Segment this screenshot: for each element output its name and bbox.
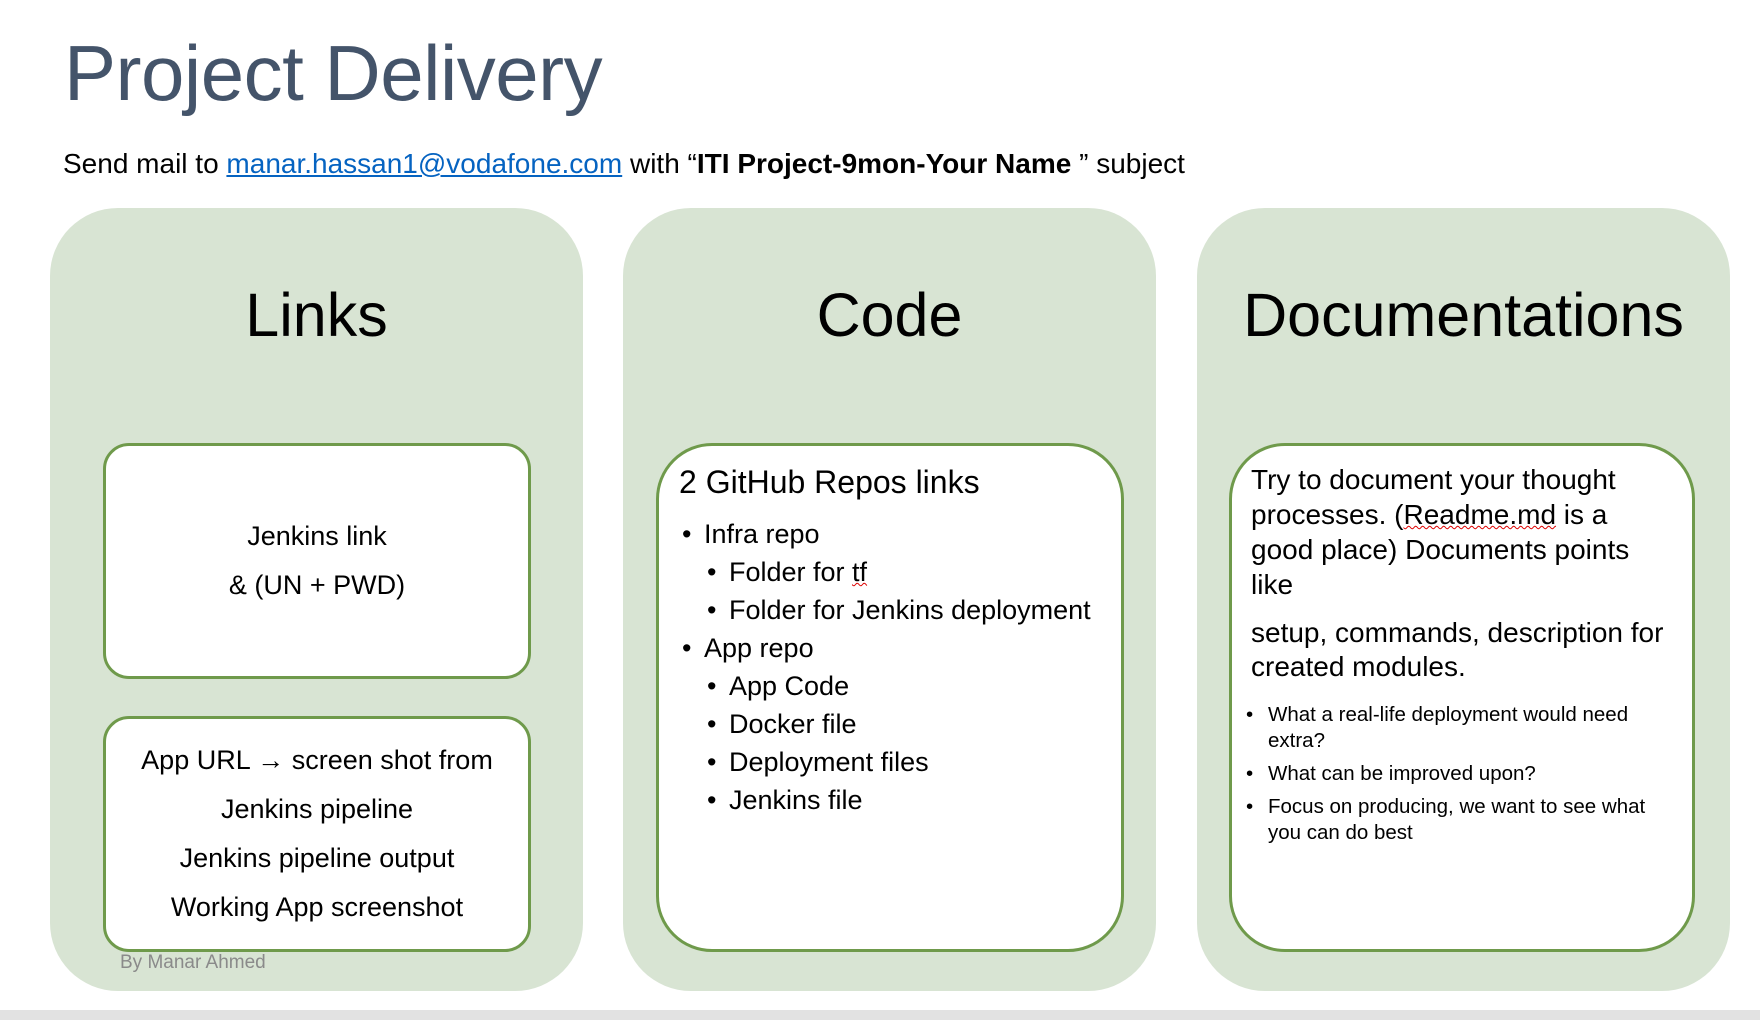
- code-heading: Code: [816, 281, 963, 349]
- list-item: Folder for Jenkins deployment: [707, 591, 1121, 629]
- docs-panel: Documentations Try to document your thou…: [1197, 208, 1730, 991]
- docs-heading: Documentations: [1243, 281, 1684, 349]
- repos-title: 2 GitHub Repos links: [679, 464, 980, 500]
- jenkins-link-box: Jenkins link & (UN + PWD): [103, 443, 531, 679]
- code-panel: Code 2 GitHub Repos links Infra repo Fol…: [623, 208, 1156, 991]
- app-url-box: App URL → screen shot from Jenkins pipel…: [103, 716, 531, 952]
- list-item: What can be improved upon?: [1246, 761, 1668, 787]
- instructions-middle: with “: [622, 148, 697, 179]
- page-title: Project Delivery: [64, 29, 603, 117]
- repos-box: 2 GitHub Repos links Infra repo Folder f…: [656, 443, 1124, 952]
- list-item: Jenkins file: [707, 781, 1121, 819]
- readme-label: Readme.md: [1403, 499, 1557, 530]
- box-line: Jenkins pipeline output: [179, 843, 455, 873]
- instructions-suffix: ” subject: [1079, 148, 1185, 179]
- infra-repo-label: Infra repo: [704, 519, 820, 549]
- list-item: Docker file: [707, 705, 1121, 743]
- bottom-bar: [0, 1010, 1760, 1020]
- docs-box: Try to document your thought processes. …: [1229, 443, 1695, 952]
- instructions-prefix: Send mail to: [63, 148, 227, 179]
- list-item: App Code: [707, 667, 1121, 705]
- docs-paragraph: Try to document your thought processes. …: [1251, 462, 1668, 602]
- tf-label: tf: [852, 557, 868, 587]
- list-item: What a real-life deployment would need e…: [1246, 702, 1668, 754]
- author-credit: By Manar Ahmed: [120, 952, 266, 973]
- links-heading: Links: [245, 281, 388, 349]
- links-panel: Links Jenkins link & (UN + PWD) App URL …: [50, 208, 583, 991]
- list-item: Folder for tf: [707, 553, 1121, 591]
- box-line: Jenkins link: [247, 521, 387, 551]
- instructions: Send mail to manar.hassan1@vodafone.com …: [63, 148, 1185, 180]
- box-line: & (UN + PWD): [228, 570, 406, 600]
- app-repo-label: App repo: [704, 633, 814, 663]
- list-item: Infra repo Folder for tf Folder for Jenk…: [682, 515, 1121, 629]
- mail-subject: ITI Project-9mon-Your Name: [696, 148, 1080, 179]
- box-line: Working App screenshot: [170, 892, 464, 922]
- email-link[interactable]: manar.hassan1@vodafone.com: [226, 148, 622, 179]
- list-item: Deployment files: [707, 743, 1121, 781]
- box-line: Jenkins pipeline: [220, 794, 414, 824]
- box-line: App URL → screen shot from: [141, 745, 493, 775]
- list-item: App repo App Code Docker file Deployment…: [682, 629, 1121, 819]
- list-item: Focus on producing, we want to see what …: [1246, 794, 1668, 846]
- docs-paragraph-2: setup, commands, description for created…: [1251, 617, 1664, 682]
